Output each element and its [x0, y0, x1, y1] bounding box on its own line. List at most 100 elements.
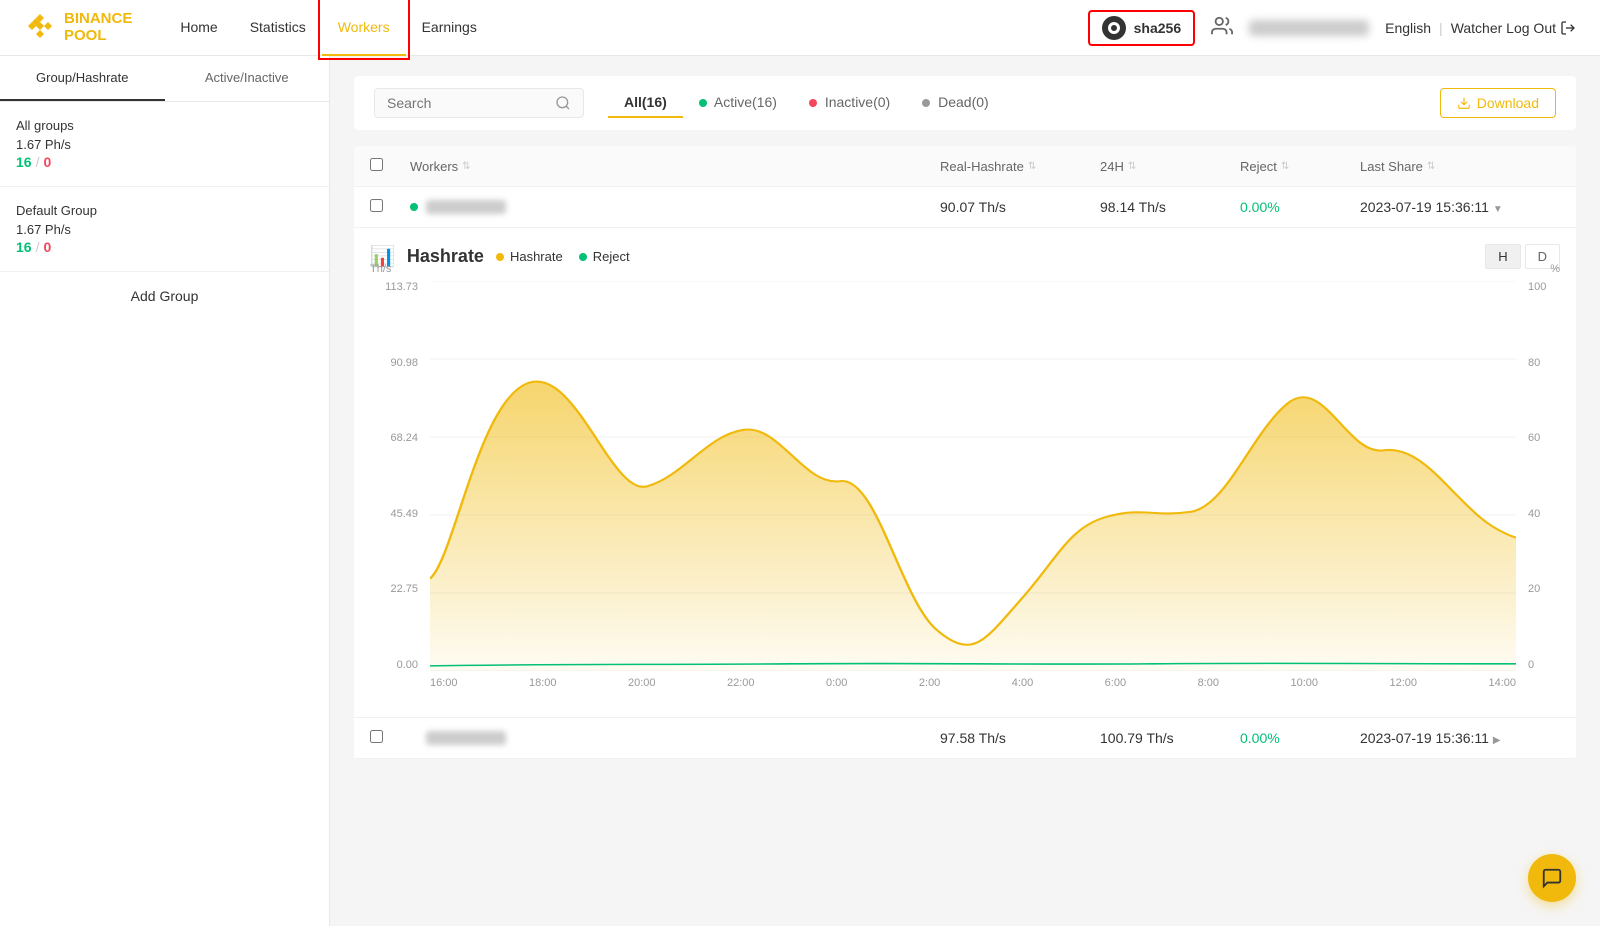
header: BINANCE POOL Home Statistics Workers Ear… — [0, 0, 1600, 56]
table-row[interactable]: 97.58 Th/s 100.79 Th/s 0.00% 2023-07-19 … — [354, 718, 1576, 759]
time-btn-h[interactable]: H — [1485, 244, 1520, 269]
binance-logo-icon — [24, 12, 56, 44]
default-group-stats: 16 / 0 — [16, 239, 313, 255]
all-groups-inactive: 0 — [43, 154, 51, 170]
select-all-checkbox[interactable] — [370, 158, 383, 171]
nav-home[interactable]: Home — [164, 0, 233, 56]
col-reject: Reject ⇅ — [1240, 159, 1360, 174]
hashrate-legend-dot — [496, 253, 504, 261]
chat-button[interactable] — [1528, 854, 1576, 902]
col-workers: Workers ⇅ — [410, 159, 940, 174]
workers-sort-icon[interactable]: ⇅ — [462, 161, 470, 172]
download-button[interactable]: Download — [1440, 88, 1556, 118]
search-input[interactable] — [387, 95, 547, 111]
x-label-11: 14:00 — [1488, 677, 1516, 701]
main-layout: Group/Hashrate Active/Inactive All group… — [0, 56, 1600, 926]
active-dot — [699, 99, 707, 107]
sidebar-group-all[interactable]: All groups 1.67 Ph/s 16 / 0 — [0, 102, 329, 187]
header-checkbox-cell — [370, 158, 410, 174]
x-label-8: 8:00 — [1198, 677, 1219, 701]
filter-tab-active[interactable]: Active(16) — [683, 88, 793, 118]
row1-last-share: 2023-07-19 15:36:11 ▼ — [1360, 199, 1560, 215]
y-right-2: 60 — [1528, 432, 1540, 444]
24h-sort-icon[interactable]: ⇅ — [1128, 161, 1136, 172]
chart-header: 📊 Hashrate Hashrate Reject H — [370, 244, 1560, 269]
filter-tab-all[interactable]: All(16) — [608, 88, 683, 118]
y-left-0: 113.73 — [385, 281, 418, 293]
table-row[interactable]: 90.07 Th/s 98.14 Th/s 0.00% 2023-07-19 1… — [354, 187, 1576, 228]
content-area: All(16) Active(16) Inactive(0) Dead(0) — [330, 56, 1600, 926]
default-group-hashrate: 1.67 Ph/s — [16, 222, 313, 237]
users-icon[interactable] — [1211, 15, 1233, 40]
all-groups-stats: 16 / 0 — [16, 154, 313, 170]
row1-expand-icon[interactable]: ▼ — [1493, 204, 1503, 215]
default-group-label: Default Group — [16, 203, 313, 218]
chart-svg — [430, 281, 1516, 671]
y-left-3: 45.49 — [390, 508, 418, 520]
chart-legend: Hashrate Reject — [496, 249, 630, 264]
nav-earnings[interactable]: Earnings — [406, 0, 493, 56]
y-left-1: 90.98 — [390, 357, 418, 369]
hashrate-sort-icon[interactable]: ⇅ — [1028, 161, 1036, 172]
y-right-1: 80 — [1528, 357, 1540, 369]
last-share-sort-icon[interactable]: ⇅ — [1427, 161, 1435, 172]
row1-worker-name — [410, 200, 940, 214]
chat-icon — [1541, 867, 1563, 889]
row1-hashrate: 90.07 Th/s — [940, 199, 1100, 215]
table-header: Workers ⇅ Real-Hashrate ⇅ 24H ⇅ Reject ⇅… — [354, 146, 1576, 187]
search-box — [374, 88, 584, 118]
col-real-hashrate: Real-Hashrate ⇅ — [940, 159, 1100, 174]
all-groups-label: All groups — [16, 118, 313, 133]
logout-button[interactable]: Watcher Log Out — [1451, 20, 1576, 36]
x-label-6: 4:00 — [1012, 677, 1033, 701]
hashrate-chart-section: 📊 Hashrate Hashrate Reject H — [354, 228, 1576, 718]
add-group-button[interactable]: Add Group — [0, 272, 329, 320]
logout-label: Watcher Log Out — [1451, 20, 1556, 36]
algo-badge[interactable]: sha256 — [1088, 10, 1195, 46]
main-nav: Home Statistics Workers Earnings — [164, 0, 493, 56]
nav-workers[interactable]: Workers — [322, 0, 406, 56]
y-left-5: 0.00 — [397, 659, 418, 671]
algo-icon — [1102, 16, 1126, 40]
legend-hashrate: Hashrate — [496, 249, 563, 264]
x-labels: 16:00 18:00 20:00 22:00 0:00 2:00 4:00 6… — [430, 677, 1516, 701]
sidebar-tab-group-hashrate[interactable]: Group/Hashrate — [0, 56, 165, 101]
x-label-3: 22:00 — [727, 677, 755, 701]
x-label-5: 2:00 — [919, 677, 940, 701]
reject-sort-icon[interactable]: ⇅ — [1281, 161, 1289, 172]
row2-checkbox-cell — [370, 730, 410, 746]
logout-icon — [1560, 20, 1576, 36]
hashrate-area — [430, 381, 1516, 671]
row1-checkbox-cell — [370, 199, 410, 215]
y-unit-right: % — [1550, 263, 1560, 275]
filter-tab-inactive[interactable]: Inactive(0) — [793, 88, 906, 118]
logo[interactable]: BINANCE POOL — [24, 11, 132, 44]
row2-expand-icon[interactable]: ▶ — [1493, 735, 1501, 746]
all-groups-active: 16 — [16, 154, 32, 170]
chart-time-buttons: H D — [1485, 244, 1560, 269]
y-right-0: 100 — [1528, 281, 1546, 293]
chart-area: Th/s % 113.73 90.98 68.24 45.49 22.75 0.… — [370, 281, 1560, 701]
y-right-4: 20 — [1528, 583, 1540, 595]
sidebar-group-default[interactable]: Default Group 1.67 Ph/s 16 / 0 — [0, 187, 329, 272]
row1-checkbox[interactable] — [370, 199, 383, 212]
algo-name: sha256 — [1134, 20, 1181, 36]
header-right: sha256 English | Watcher Log Out — [1088, 10, 1576, 46]
lang-divider: | — [1439, 20, 1443, 36]
x-label-2: 20:00 — [628, 677, 656, 701]
col-24h: 24H ⇅ — [1100, 159, 1240, 174]
language-label[interactable]: English — [1385, 20, 1431, 36]
nav-statistics[interactable]: Statistics — [234, 0, 322, 56]
row2-worker-name — [410, 731, 940, 745]
workers-table: Workers ⇅ Real-Hashrate ⇅ 24H ⇅ Reject ⇅… — [354, 146, 1576, 759]
row2-checkbox[interactable] — [370, 730, 383, 743]
chart-title: Hashrate — [407, 246, 484, 267]
legend-reject: Reject — [579, 249, 630, 264]
sidebar-tabs: Group/Hashrate Active/Inactive — [0, 56, 329, 102]
language-section: English | Watcher Log Out — [1385, 20, 1576, 36]
sidebar-tab-active-inactive[interactable]: Active/Inactive — [165, 56, 330, 101]
circle-icon — [1107, 21, 1121, 35]
filter-tab-dead[interactable]: Dead(0) — [906, 88, 1004, 118]
sidebar: Group/Hashrate Active/Inactive All group… — [0, 56, 330, 926]
inactive-dot — [809, 99, 817, 107]
